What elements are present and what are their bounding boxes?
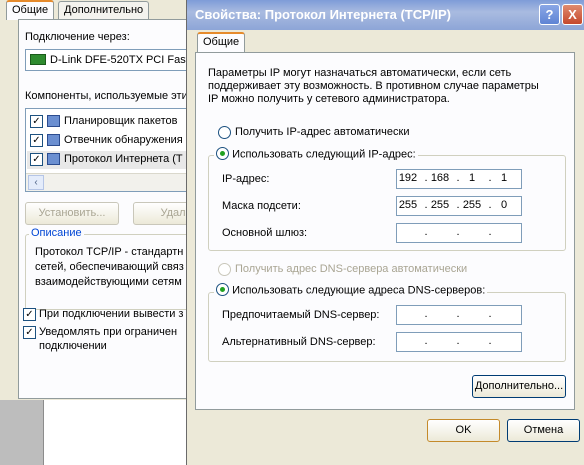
intro-line: IP можно получить у сетевого администрат… bbox=[208, 93, 450, 105]
tcpip-icon bbox=[47, 153, 60, 165]
octet-dot: . bbox=[488, 335, 492, 347]
preferred-dns-input[interactable]: . . . bbox=[396, 305, 522, 325]
octet-dot: . bbox=[424, 226, 428, 238]
mask-label: Маска подсети: bbox=[222, 200, 301, 212]
remove-button[interactable]: Удал bbox=[133, 202, 186, 225]
radio-auto-dns[interactable] bbox=[218, 263, 231, 276]
octet-dot: . bbox=[488, 226, 492, 238]
advanced-button[interactable]: Дополнительно... bbox=[472, 375, 566, 398]
component-label: Протокол Интернета (T bbox=[64, 153, 183, 165]
dialog-titlebar[interactable]: Свойства: Протокол Интернета (TCP/IP) bbox=[187, 0, 584, 30]
radio-manual-dns-label: Использовать следующие адреса DNS-сервер… bbox=[232, 284, 486, 297]
tab-label: Общие bbox=[203, 36, 240, 48]
tab-general-bg[interactable]: Общие bbox=[6, 0, 55, 20]
background-bottom-gray bbox=[0, 400, 44, 465]
octet-dot: . bbox=[456, 226, 460, 238]
ip-octet: 1 bbox=[468, 172, 476, 184]
network-card-icon bbox=[30, 54, 46, 65]
connection-properties-window: Общие Дополнительно Подключение через: D… bbox=[0, 0, 186, 465]
notify-label: Уведомлять при ограничен bbox=[39, 326, 178, 338]
octet-dot: . bbox=[424, 335, 428, 347]
description-title: Описание bbox=[29, 227, 84, 239]
gateway-label: Основной шлюз: bbox=[222, 227, 308, 239]
default-gateway-input[interactable]: . . . bbox=[396, 223, 522, 243]
alternate-dns-input[interactable]: . . . bbox=[396, 332, 522, 352]
cancel-button[interactable]: Отмена bbox=[507, 419, 580, 442]
intro-line: поддерживает эту возможность. В противно… bbox=[208, 80, 539, 92]
ip-address-input[interactable]: 192 . 168 . 1 . 1 bbox=[396, 169, 522, 189]
description-line: Протокол TCP/IP - стандартн bbox=[35, 246, 184, 258]
ip-label: IP-адрес: bbox=[222, 173, 270, 185]
components-list[interactable]: ✓ Планировщик пакетов ✓ Отвечник обнаруж… bbox=[25, 108, 186, 192]
radio-manual-dns[interactable] bbox=[216, 283, 229, 296]
ip-octet: 192 bbox=[398, 172, 418, 184]
mask-octet: 0 bbox=[500, 199, 508, 211]
alternate-dns-label: Альтернативный DNS-сервер: bbox=[222, 336, 376, 348]
component-label: Планировщик пакетов bbox=[64, 115, 178, 127]
radio-manual-ip-wrap: Использовать следующий IP-адрес: bbox=[214, 147, 418, 161]
ip-octet: 168 bbox=[430, 172, 450, 184]
radio-manual-ip[interactable] bbox=[216, 147, 229, 160]
help-icon[interactable]: ? bbox=[539, 4, 560, 25]
radio-auto-dns-label: Получить адрес DNS-сервера автоматически bbox=[235, 263, 468, 275]
connect-using-label: Подключение через: bbox=[25, 31, 130, 43]
notify-checkbox[interactable]: ✓ bbox=[23, 326, 36, 339]
dialog-title: Свойства: Протокол Интернета (TCP/IP) bbox=[195, 7, 451, 22]
radio-auto-ip[interactable] bbox=[218, 126, 231, 139]
ip-octet: 1 bbox=[500, 172, 508, 184]
horizontal-scrollbar[interactable]: ‹ bbox=[26, 173, 186, 191]
general-panel: Параметры IP могут назначаться автоматич… bbox=[195, 52, 575, 410]
subnet-mask-input[interactable]: 255 . 255 . 255 . 0 bbox=[396, 196, 522, 216]
description-line: сетей, обеспечивающий связ bbox=[35, 261, 184, 273]
component-checkbox[interactable]: ✓ bbox=[30, 134, 43, 147]
tcpip-properties-dialog: Свойства: Протокол Интернета (TCP/IP) ? … bbox=[186, 0, 584, 465]
show-icon-checkbox[interactable]: ✓ bbox=[23, 308, 36, 321]
intro-line: Параметры IP могут назначаться автоматич… bbox=[208, 67, 512, 79]
scroll-left-arrow-icon[interactable]: ‹ bbox=[28, 175, 44, 190]
component-label: Отвечник обнаружения bbox=[64, 134, 183, 146]
close-icon[interactable]: X bbox=[562, 4, 583, 25]
tab-general[interactable]: Общие bbox=[197, 32, 246, 52]
radio-manual-ip-label: Использовать следующий IP-адрес: bbox=[232, 148, 416, 161]
radio-manual-dns-wrap: Использовать следующие адреса DNS-сервер… bbox=[214, 283, 488, 297]
components-label: Компоненты, используемые эти bbox=[25, 90, 186, 102]
notify-label-2: подключении bbox=[39, 340, 107, 352]
octet-dot: . bbox=[456, 308, 460, 320]
octet-dot: . bbox=[456, 335, 460, 347]
show-icon-label: При подключении вывести з bbox=[39, 308, 184, 320]
adapter-name: D-Link DFE-520TX PCI Fast bbox=[50, 54, 186, 66]
preferred-dns-label: Предпочитаемый DNS-сервер: bbox=[222, 309, 380, 321]
responder-icon bbox=[47, 134, 60, 146]
mask-octet: 255 bbox=[462, 199, 482, 211]
radio-auto-ip-label: Получить IP-адрес автоматически bbox=[235, 126, 410, 138]
general-panel-bg: Подключение через: D-Link DFE-520TX PCI … bbox=[18, 19, 186, 399]
description-line: взаимодействующими сетям bbox=[35, 276, 182, 288]
mask-octet: 255 bbox=[430, 199, 450, 211]
tab-label: Дополнительно bbox=[64, 4, 144, 16]
mask-octet: 255 bbox=[398, 199, 418, 211]
scheduler-icon bbox=[47, 115, 60, 127]
adapter-field[interactable]: D-Link DFE-520TX PCI Fast bbox=[25, 49, 186, 71]
install-button[interactable]: Установить... bbox=[25, 202, 119, 225]
octet-dot: . bbox=[424, 308, 428, 320]
component-checkbox[interactable]: ✓ bbox=[30, 153, 43, 166]
tab-advanced-bg[interactable]: Дополнительно bbox=[58, 1, 150, 19]
tab-label: Общие bbox=[12, 4, 49, 16]
ok-button[interactable]: OK bbox=[427, 419, 500, 442]
component-checkbox[interactable]: ✓ bbox=[30, 115, 43, 128]
octet-dot: . bbox=[488, 308, 492, 320]
